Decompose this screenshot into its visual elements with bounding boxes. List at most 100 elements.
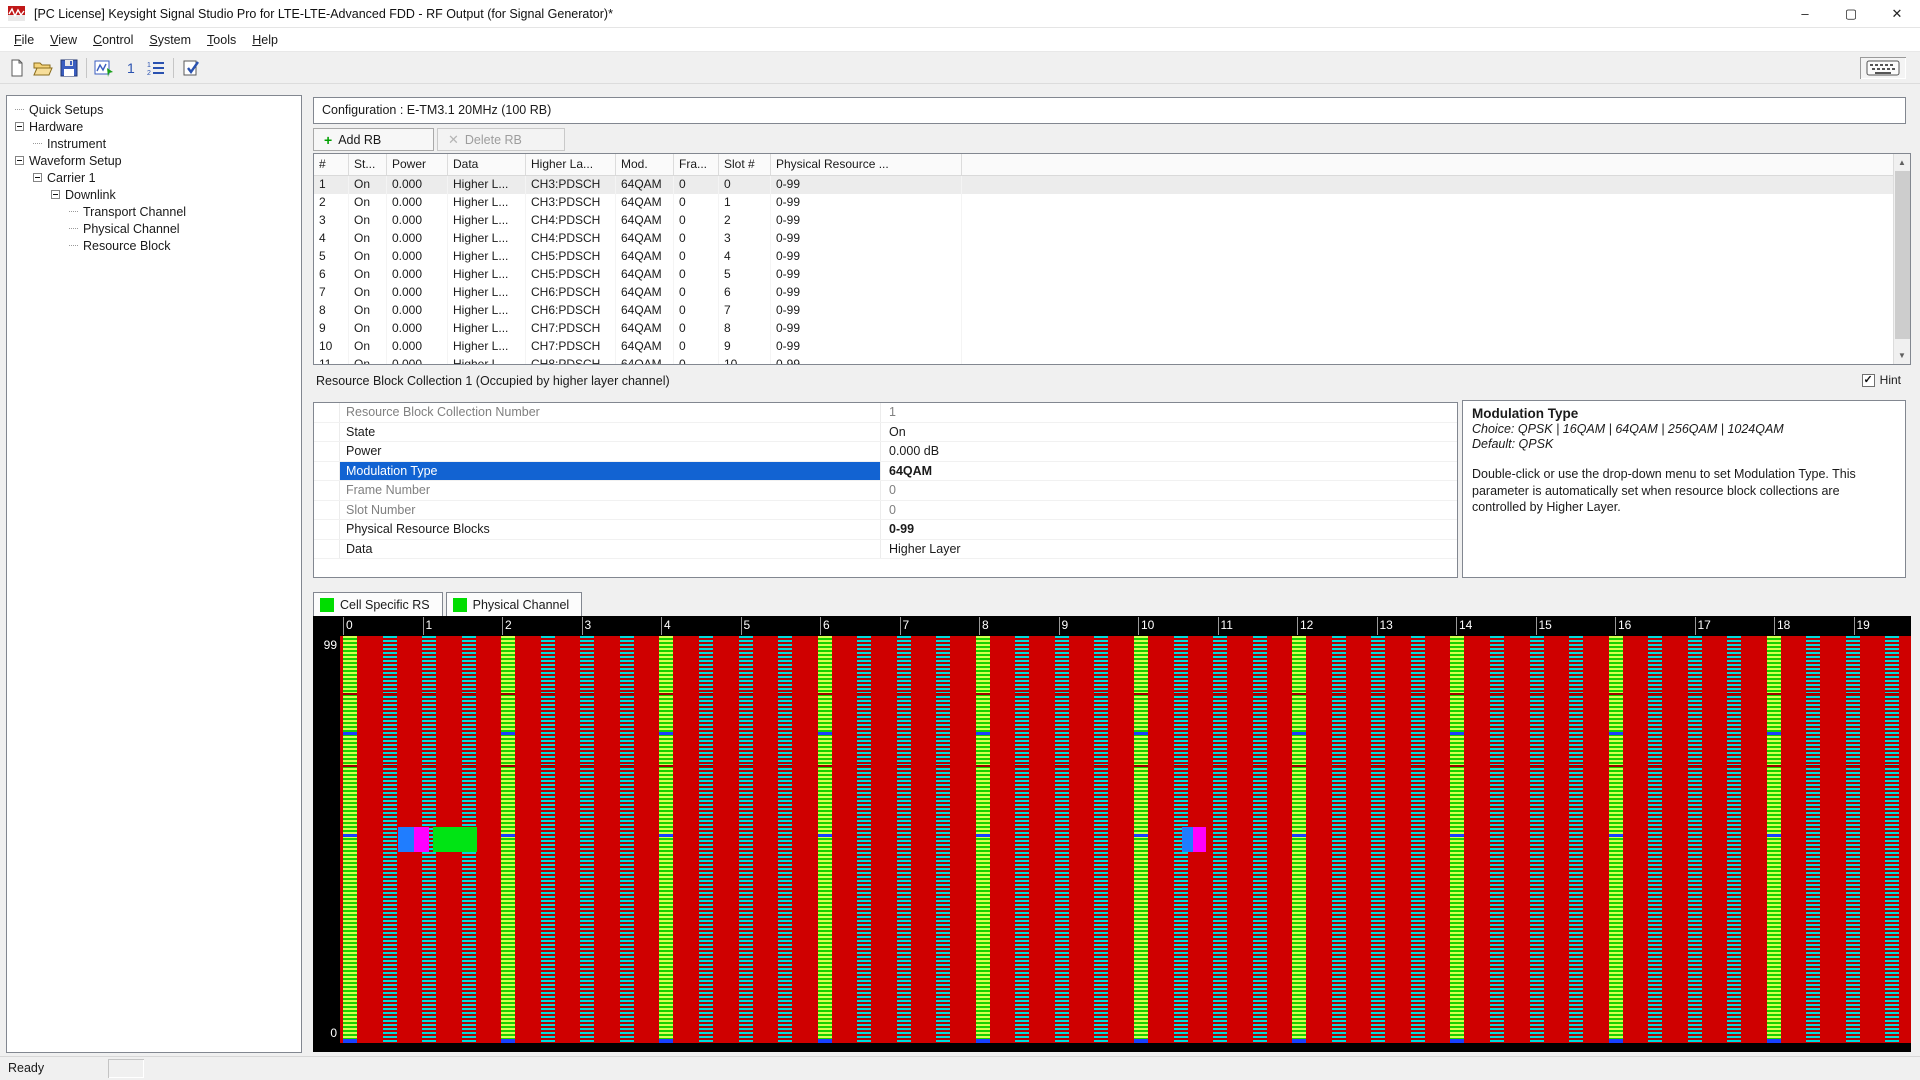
new-document-button[interactable] [4,55,30,81]
table-row[interactable]: 7On0.000Higher L...CH6:PDSCH64QAM060-99 [314,284,1910,302]
tree-collapse-icon[interactable] [33,173,42,182]
property-row-data[interactable]: DataHigher Layer [314,540,1457,560]
tree-item-transport-channel[interactable]: Transport Channel [7,203,301,220]
column-header[interactable]: Physical Resource ... [771,154,962,175]
tree-item-quick-setups[interactable]: Quick Setups [7,101,301,118]
table-row[interactable]: 4On0.000Higher L...CH4:PDSCH64QAM030-99 [314,230,1910,248]
table-cell: 0-99 [771,194,962,212]
property-row-state[interactable]: StateOn [314,423,1457,443]
menu-file[interactable]: File [6,30,42,50]
column-header[interactable]: Mod. [616,154,674,175]
property-row-power[interactable]: Power0.000 dB [314,442,1457,462]
legend-tab-cell-specific-rs[interactable]: Cell Specific RS [313,592,443,616]
menu-tools[interactable]: Tools [199,30,244,50]
tree-item-waveform-setup[interactable]: Waveform Setup [7,152,301,169]
pbch-block [433,827,477,852]
tree-item-physical-channel[interactable]: Physical Channel [7,220,301,237]
save-button[interactable] [56,55,82,81]
cell-specific-rs-column [1609,636,1623,1043]
sequence-list-button[interactable]: 1 2 [143,55,169,81]
rs-bottom-cap [1292,1039,1306,1043]
table-cell: On [349,266,387,284]
table-cell: 10 [719,356,771,365]
property-row-physical-resource-blocks[interactable]: Physical Resource Blocks0-99 [314,520,1457,540]
grid-plot-area[interactable] [340,636,1911,1043]
physical-channel-column [1806,636,1820,1043]
menu-view[interactable]: View [42,30,85,50]
toolbar-separator [86,58,87,78]
hint-checkbox[interactable] [1862,374,1875,387]
column-header[interactable]: Slot # [719,154,771,175]
grid-subframe-label: 10 [1141,618,1154,632]
tree-collapse-icon[interactable] [15,156,24,165]
property-row-frame-number[interactable]: Frame Number0 [314,481,1457,501]
legend-tab-physical-channel[interactable]: Physical Channel [446,592,583,616]
tree-item-hardware[interactable]: Hardware [7,118,301,135]
scrollbar-thumb[interactable] [1895,171,1910,339]
grid-texture-line [1411,765,1425,767]
tree-item-instrument[interactable]: Instrument [7,135,301,152]
close-button[interactable]: ✕ [1874,0,1920,27]
rs-blue-line [976,732,990,735]
grid-texture-line [1134,765,1148,767]
property-row-resource-block-collection-number[interactable]: Resource Block Collection Number1 [314,403,1457,423]
column-header[interactable]: Power [387,154,448,175]
column-header[interactable]: Higher La... [526,154,616,175]
rs-blue-line [501,834,515,837]
hint-checkbox-group[interactable]: Hint [1862,373,1901,387]
property-row-slot-number[interactable]: Slot Number0 [314,501,1457,521]
rs-bottom-cap [343,1039,357,1043]
open-file-button[interactable] [30,55,56,81]
physical-channel-column [580,636,594,1043]
keyboard-toggle[interactable] [1860,57,1906,79]
grid-tick [979,617,980,635]
grid-texture-line [1806,765,1820,767]
minimize-button[interactable]: – [1782,0,1828,27]
physical-channel-column [1411,636,1425,1043]
grid-texture-line [1253,693,1267,695]
add-rb-button[interactable]: + Add RB [313,128,434,151]
scroll-up-icon[interactable]: ▲ [1894,154,1910,171]
tree-collapse-icon[interactable] [15,122,24,131]
table-row[interactable]: 9On0.000Higher L...CH7:PDSCH64QAM080-99 [314,320,1910,338]
tree-item-downlink[interactable]: Downlink [7,186,301,203]
grid-legend: Cell Specific RSPhysical Channel [313,592,585,616]
waveform-setup-button[interactable] [91,55,117,81]
maximize-button[interactable]: ▢ [1828,0,1874,27]
grid-texture-line [1450,765,1464,767]
menu-system[interactable]: System [141,30,199,50]
tree-item-carrier-1[interactable]: Carrier 1 [7,169,301,186]
table-cell: CH7:PDSCH [526,338,616,356]
table-cell: 11 [314,356,349,365]
menu-help[interactable]: Help [244,30,286,50]
table-row[interactable]: 10On0.000Higher L...CH7:PDSCH64QAM090-99 [314,338,1910,356]
delete-rb-button[interactable]: ✕ Delete RB [437,128,565,151]
carrier-number-button[interactable]: 1 [117,55,143,81]
apply-settings-button[interactable] [178,55,204,81]
table-row[interactable]: 5On0.000Higher L...CH5:PDSCH64QAM040-99 [314,248,1910,266]
table-row[interactable]: 8On0.000Higher L...CH6:PDSCH64QAM070-99 [314,302,1910,320]
table-row[interactable]: 3On0.000Higher L...CH4:PDSCH64QAM020-99 [314,212,1910,230]
column-header[interactable]: Fra... [674,154,719,175]
table-cell: 0-99 [771,266,962,284]
table-cell: 1 [719,194,771,212]
table-cell: 0.000 [387,284,448,302]
table-row[interactable]: 11On0.000Higher L...CH8:PDSCH64QAM0100-9… [314,356,1910,365]
grid-tick [1615,617,1616,635]
property-row-modulation-type[interactable]: Modulation Type64QAM [314,462,1457,482]
table-row[interactable]: 6On0.000Higher L...CH5:PDSCH64QAM050-99 [314,266,1910,284]
table-cell: 4 [314,230,349,248]
table-scrollbar[interactable]: ▲ ▼ [1893,154,1910,364]
resource-grid[interactable]: 012345678910111213141516171819 99 0 [313,616,1911,1052]
table-row[interactable]: 2On0.000Higher L...CH3:PDSCH64QAM010-99 [314,194,1910,212]
grid-texture-line [659,693,673,695]
column-header[interactable]: St... [349,154,387,175]
table-row[interactable]: 1On0.000Higher L...CH3:PDSCH64QAM000-99 [314,176,1910,194]
tree-item-resource-block[interactable]: Resource Block [7,237,301,254]
column-header[interactable]: # [314,154,349,175]
grid-tick [1695,617,1696,635]
column-header[interactable]: Data [448,154,526,175]
tree-collapse-icon[interactable] [51,190,60,199]
scroll-down-icon[interactable]: ▼ [1894,347,1910,364]
menu-control[interactable]: Control [85,30,141,50]
